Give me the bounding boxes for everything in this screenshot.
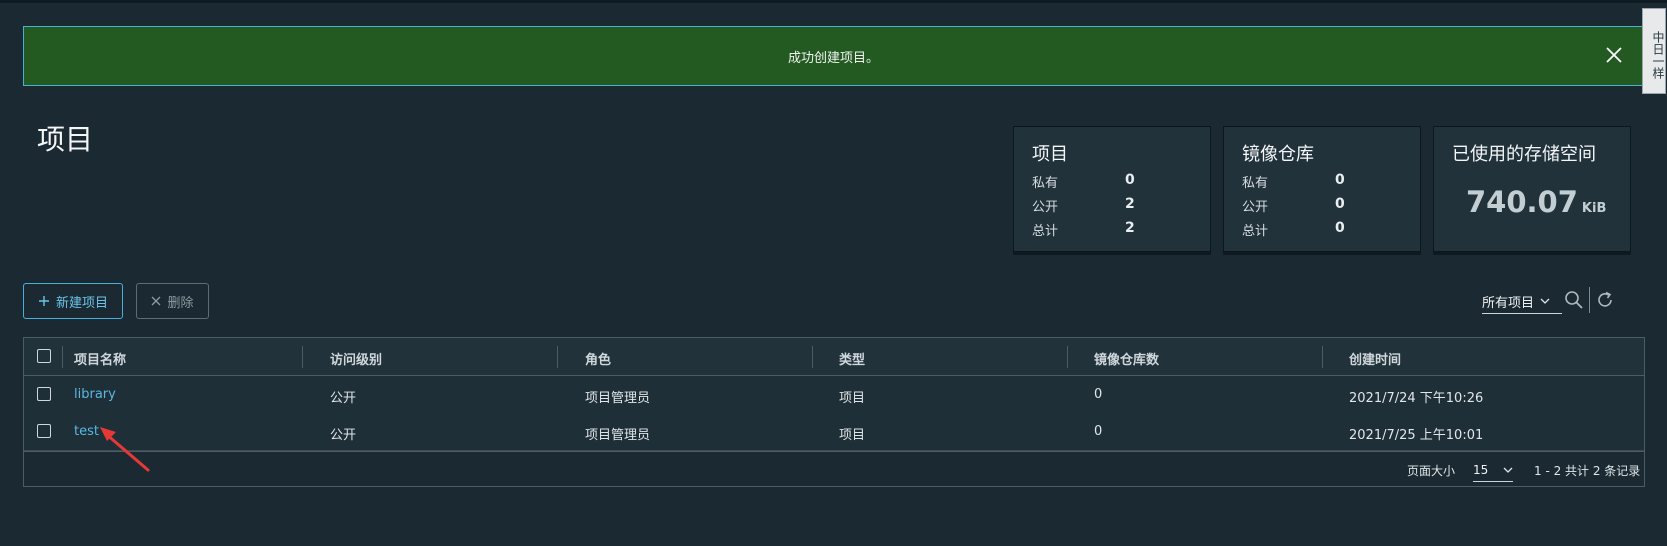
stat-value: 0 — [1335, 220, 1345, 236]
stat-row-total: 总计 0 — [1242, 220, 1402, 240]
storage-amount: 740.07 — [1466, 185, 1578, 219]
role: 项目管理员 — [585, 428, 651, 443]
created-time: 2021/7/25 上午10:01 — [1349, 428, 1484, 443]
search-icon[interactable] — [1563, 289, 1585, 311]
stat-value: 2 — [1125, 220, 1135, 236]
column-header-type[interactable]: 类型 — [839, 349, 865, 368]
created-time: 2021/7/24 下午10:26 — [1349, 391, 1484, 406]
chevron-down-icon — [1503, 467, 1513, 473]
stat-value: 0 — [1335, 172, 1345, 188]
new-project-label: 新建项目 — [55, 295, 108, 311]
stat-row-private: 私有 0 — [1242, 172, 1402, 192]
stat-label: 总计 — [1242, 224, 1269, 239]
storage-unit: KiB — [1581, 201, 1607, 216]
column-divider — [812, 346, 813, 368]
stat-label: 私有 — [1242, 176, 1269, 191]
repo-count: 0 — [1094, 424, 1103, 439]
annotation-arrow-icon — [100, 427, 150, 472]
card-title: 镜像仓库 — [1242, 144, 1314, 165]
table-header: 项目名称 访问级别 角色 类型 镜像仓库数 创建时间 — [24, 338, 1644, 376]
top-edge — [0, 0, 1667, 3]
stat-row-total: 总计 2 — [1032, 220, 1192, 240]
projects-summary-card: 项目 私有 0 公开 2 总计 2 — [1013, 126, 1211, 252]
column-divider — [1322, 346, 1323, 368]
row-checkbox[interactable] — [37, 424, 51, 438]
select-all-checkbox[interactable] — [37, 349, 51, 363]
row-checkbox[interactable] — [37, 387, 51, 401]
page-size-select[interactable]: 15 — [1473, 459, 1513, 482]
banner-message: 成功创建项目。 — [787, 51, 879, 66]
side-tab[interactable]: 中日一样 — [1642, 8, 1666, 94]
pagination-summary: 1 - 2 共计 2 条记录 — [1534, 464, 1641, 478]
stat-row-public: 公开 0 — [1242, 196, 1402, 216]
page-size-value: 15 — [1473, 463, 1489, 477]
table-row: test 公开 项目管理员 项目 0 2021/7/25 上午10:01 — [24, 413, 1644, 451]
stat-label: 公开 — [1242, 200, 1269, 215]
delete-label: 删除 — [167, 295, 194, 311]
column-divider — [302, 346, 303, 368]
stat-value: 0 — [1335, 196, 1345, 212]
access-level: 公开 — [330, 428, 357, 443]
stat-value: 0 — [1125, 172, 1135, 188]
repo-count: 0 — [1094, 387, 1103, 402]
column-divider — [1067, 346, 1068, 368]
stat-label: 私有 — [1032, 176, 1059, 191]
chevron-down-icon — [1540, 298, 1550, 304]
stat-label: 总计 — [1032, 224, 1059, 239]
card-title: 已使用的存储空间 — [1452, 144, 1596, 165]
page-title: 项目 — [37, 123, 94, 156]
repositories-summary-card: 镜像仓库 私有 0 公开 0 总计 0 — [1223, 126, 1421, 252]
plus-icon — [38, 296, 49, 306]
column-header-name[interactable]: 项目名称 — [74, 349, 126, 368]
close-icon[interactable] — [1603, 44, 1625, 66]
access-level: 公开 — [330, 391, 357, 406]
column-divider — [557, 346, 558, 368]
stat-value: 2 — [1125, 196, 1135, 212]
new-project-button[interactable]: 新建项目 — [23, 283, 123, 319]
type: 项目 — [839, 428, 866, 443]
delete-button[interactable]: 删除 — [136, 283, 209, 319]
stat-row-private: 私有 0 — [1032, 172, 1192, 192]
page-size-label: 页面大小 — [1407, 464, 1456, 478]
storage-summary-card: 已使用的存储空间 740.07 KiB — [1433, 126, 1631, 252]
table-footer: 页面大小 15 1 - 2 共计 2 条记录 — [24, 451, 1644, 488]
project-filter-select[interactable]: 所有项目 — [1482, 289, 1562, 314]
close-icon — [152, 296, 161, 306]
column-divider — [62, 346, 63, 368]
project-name-link[interactable]: library — [74, 387, 116, 402]
table-row: library 公开 项目管理员 项目 0 2021/7/24 下午10:26 — [24, 376, 1644, 414]
stat-row-public: 公开 2 — [1032, 196, 1192, 216]
column-header-role[interactable]: 角色 — [585, 349, 611, 368]
role: 项目管理员 — [585, 391, 651, 406]
column-header-created[interactable]: 创建时间 — [1349, 349, 1401, 368]
refresh-icon[interactable] — [1594, 289, 1616, 311]
stat-label: 公开 — [1032, 200, 1059, 215]
column-header-access[interactable]: 访问级别 — [330, 349, 382, 368]
card-title: 项目 — [1032, 144, 1068, 165]
column-header-repo-count[interactable]: 镜像仓库数 — [1094, 349, 1159, 368]
toolbar-divider — [1589, 287, 1590, 313]
type: 项目 — [839, 391, 866, 406]
storage-value: 740.07 KiB — [1466, 185, 1606, 219]
projects-table: 项目名称 访问级别 角色 类型 镜像仓库数 创建时间 library 公开 项目… — [23, 337, 1645, 487]
success-banner: 成功创建项目。 — [23, 26, 1644, 86]
filter-label: 所有项目 — [1482, 295, 1535, 311]
